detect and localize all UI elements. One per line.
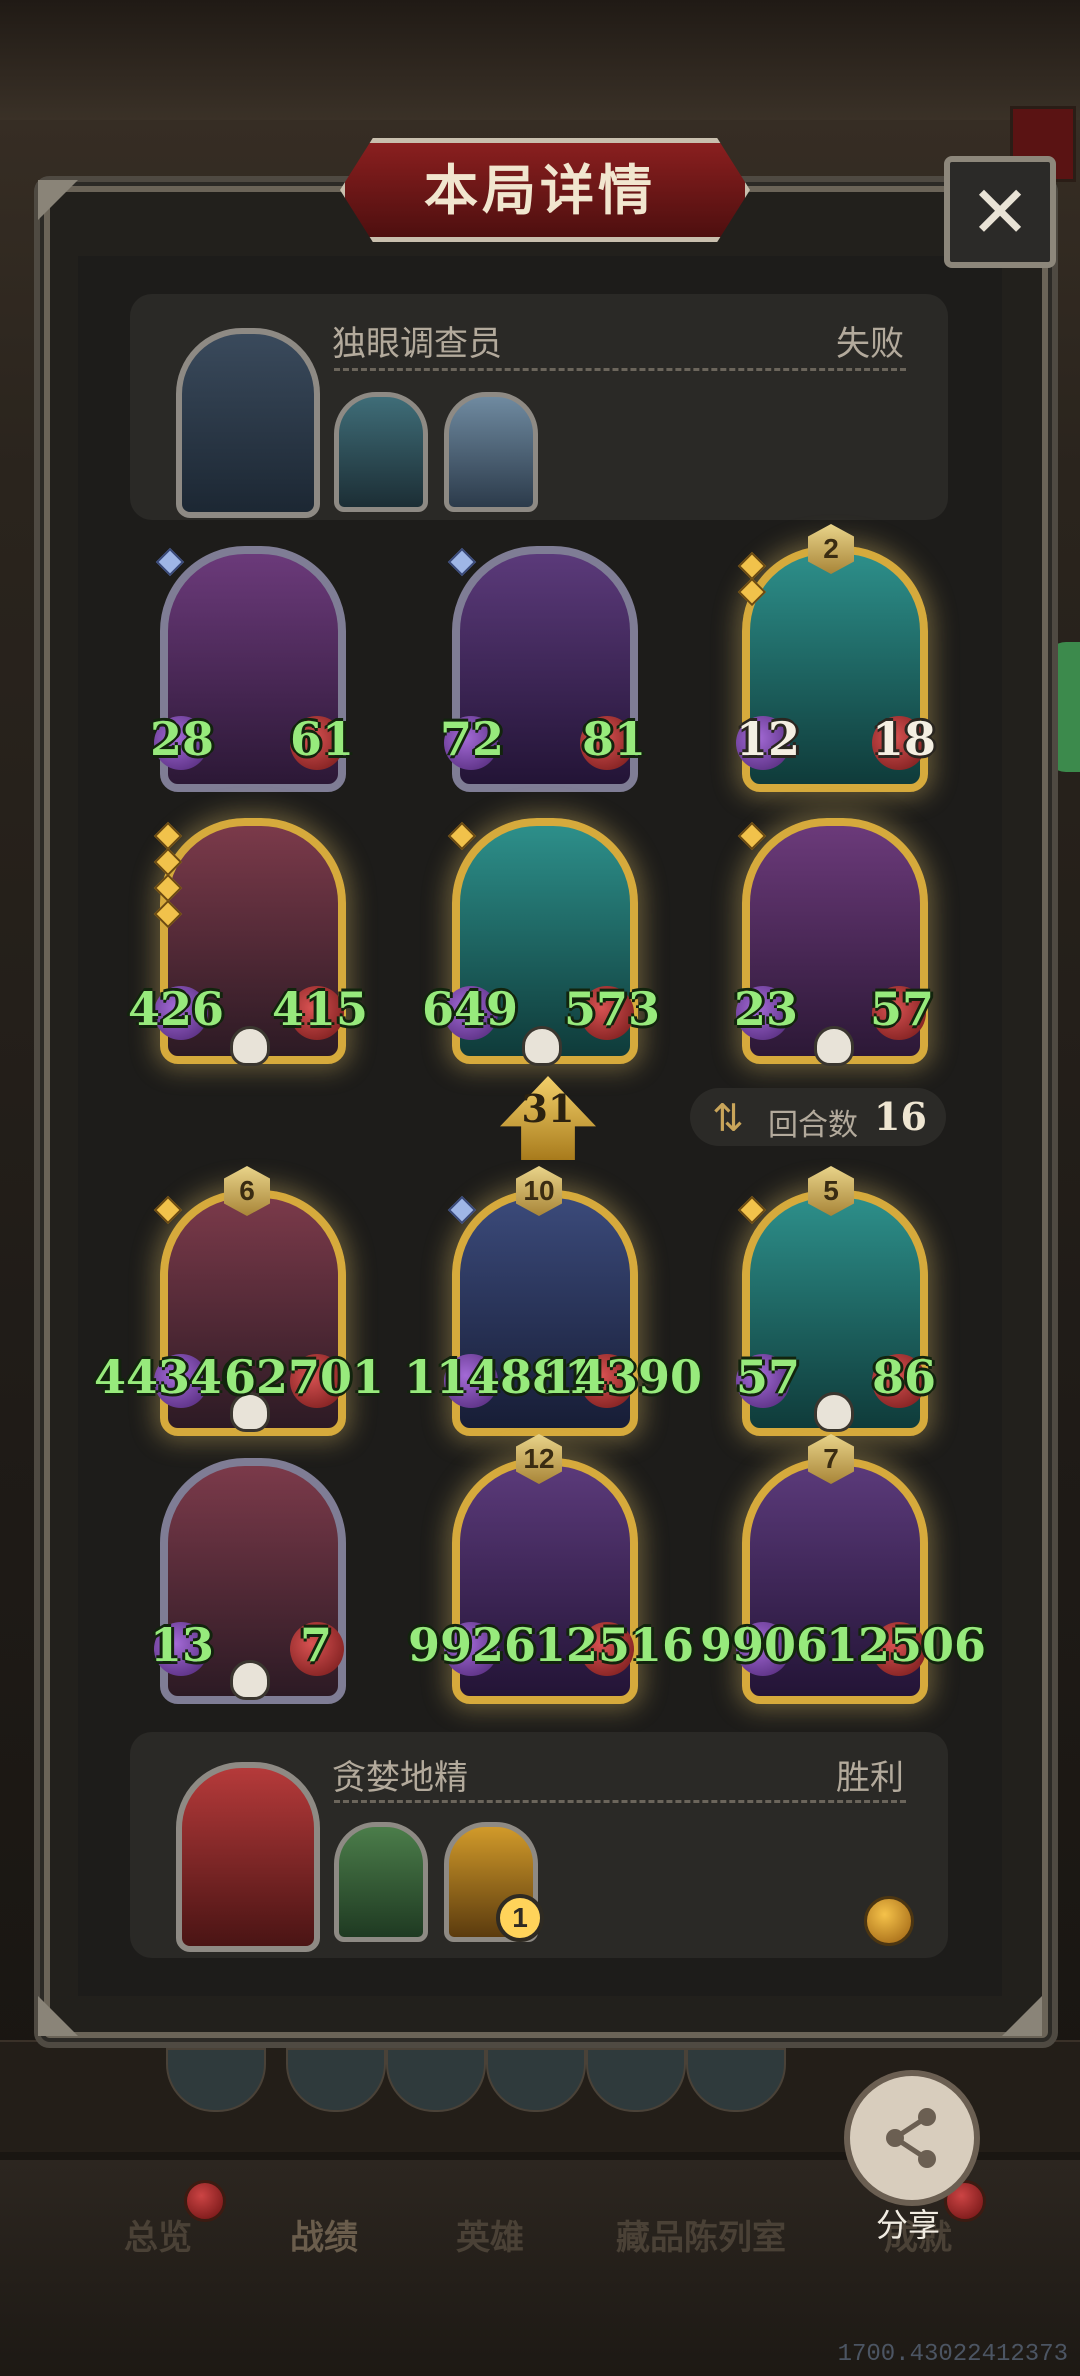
- close-icon: ✕: [969, 173, 1031, 253]
- opponent-name: 独眼调查员: [332, 325, 502, 363]
- tab-records[interactable]: 战绩: [290, 2210, 358, 2259]
- health-value: 62701: [224, 1350, 385, 1404]
- player-treasure-1[interactable]: [334, 1822, 428, 1942]
- swap-icon: ⇅: [712, 1098, 744, 1140]
- attack-value: 12: [736, 712, 801, 766]
- attack-value: 57: [736, 1350, 801, 1404]
- player-portrait[interactable]: [176, 1762, 320, 1952]
- player-result: 胜利: [836, 1759, 904, 1797]
- attack-value: 28: [150, 712, 215, 766]
- hero-thumb: [486, 2048, 586, 2112]
- opponent-treasure-1[interactable]: [334, 392, 428, 512]
- health-value: 573: [564, 982, 661, 1036]
- skull-icon: [230, 1660, 270, 1700]
- round-value: 16: [874, 1094, 927, 1139]
- share-button[interactable]: [844, 2070, 980, 2206]
- round-label: 回合数: [768, 1109, 858, 1142]
- divider: [334, 368, 906, 371]
- tab-collection[interactable]: 藏品陈列室: [616, 2210, 786, 2259]
- hero-thumb: [286, 2048, 386, 2112]
- close-button[interactable]: ✕: [944, 156, 1056, 268]
- side-chat-tab[interactable]: [1046, 642, 1080, 772]
- hero-thumb: [686, 2048, 786, 2112]
- attack-value: 426: [128, 982, 225, 1036]
- panel-title: 本局详情: [424, 158, 656, 222]
- player-name: 贪婪地精: [332, 1759, 468, 1797]
- health-value: 81: [582, 712, 647, 766]
- opponent-result: 失败: [836, 325, 904, 363]
- share-icon: [886, 2108, 936, 2168]
- health-value: 7: [300, 1618, 333, 1672]
- opponent-treasure-2[interactable]: [444, 392, 538, 512]
- version-text: 1700.43022412373: [837, 2341, 1068, 2368]
- hero-thumb: [386, 2048, 486, 2112]
- attack-value: 9926: [408, 1618, 537, 1672]
- attack-value: 9906: [700, 1618, 829, 1672]
- hero-thumb: [586, 2048, 686, 2112]
- health-value: 18: [872, 712, 937, 766]
- health-value: 12506: [826, 1618, 987, 1672]
- health-value: 12516: [534, 1618, 695, 1672]
- health-value: 61: [290, 712, 355, 766]
- tab-heroes[interactable]: 英雄: [456, 2210, 524, 2259]
- skull-icon: [814, 1026, 854, 1066]
- attack-value: 649: [422, 982, 519, 1036]
- health-value: 57: [870, 982, 935, 1036]
- health-value: 14390: [542, 1350, 703, 1404]
- health-value: 86: [872, 1350, 937, 1404]
- hero-thumb: [166, 2048, 266, 2112]
- top-backdrop: [0, 0, 1080, 120]
- coin-icon: [864, 1896, 914, 1946]
- share-label: 分享: [875, 2207, 940, 2243]
- count-badge: 1: [496, 1894, 544, 1942]
- health-value: 415: [272, 982, 369, 1036]
- skull-icon: [522, 1026, 562, 1066]
- attack-value: 72: [440, 712, 505, 766]
- notification-dot: [184, 2180, 226, 2222]
- tab-overview[interactable]: 总览: [124, 2210, 192, 2259]
- divider: [334, 1800, 906, 1803]
- opponent-portrait[interactable]: [176, 328, 320, 518]
- skull-icon: [230, 1026, 270, 1066]
- damage-value: 31: [521, 1086, 575, 1131]
- attack-value: 23: [734, 982, 799, 1036]
- attack-value: 13: [150, 1618, 215, 1672]
- skull-icon: [814, 1392, 854, 1432]
